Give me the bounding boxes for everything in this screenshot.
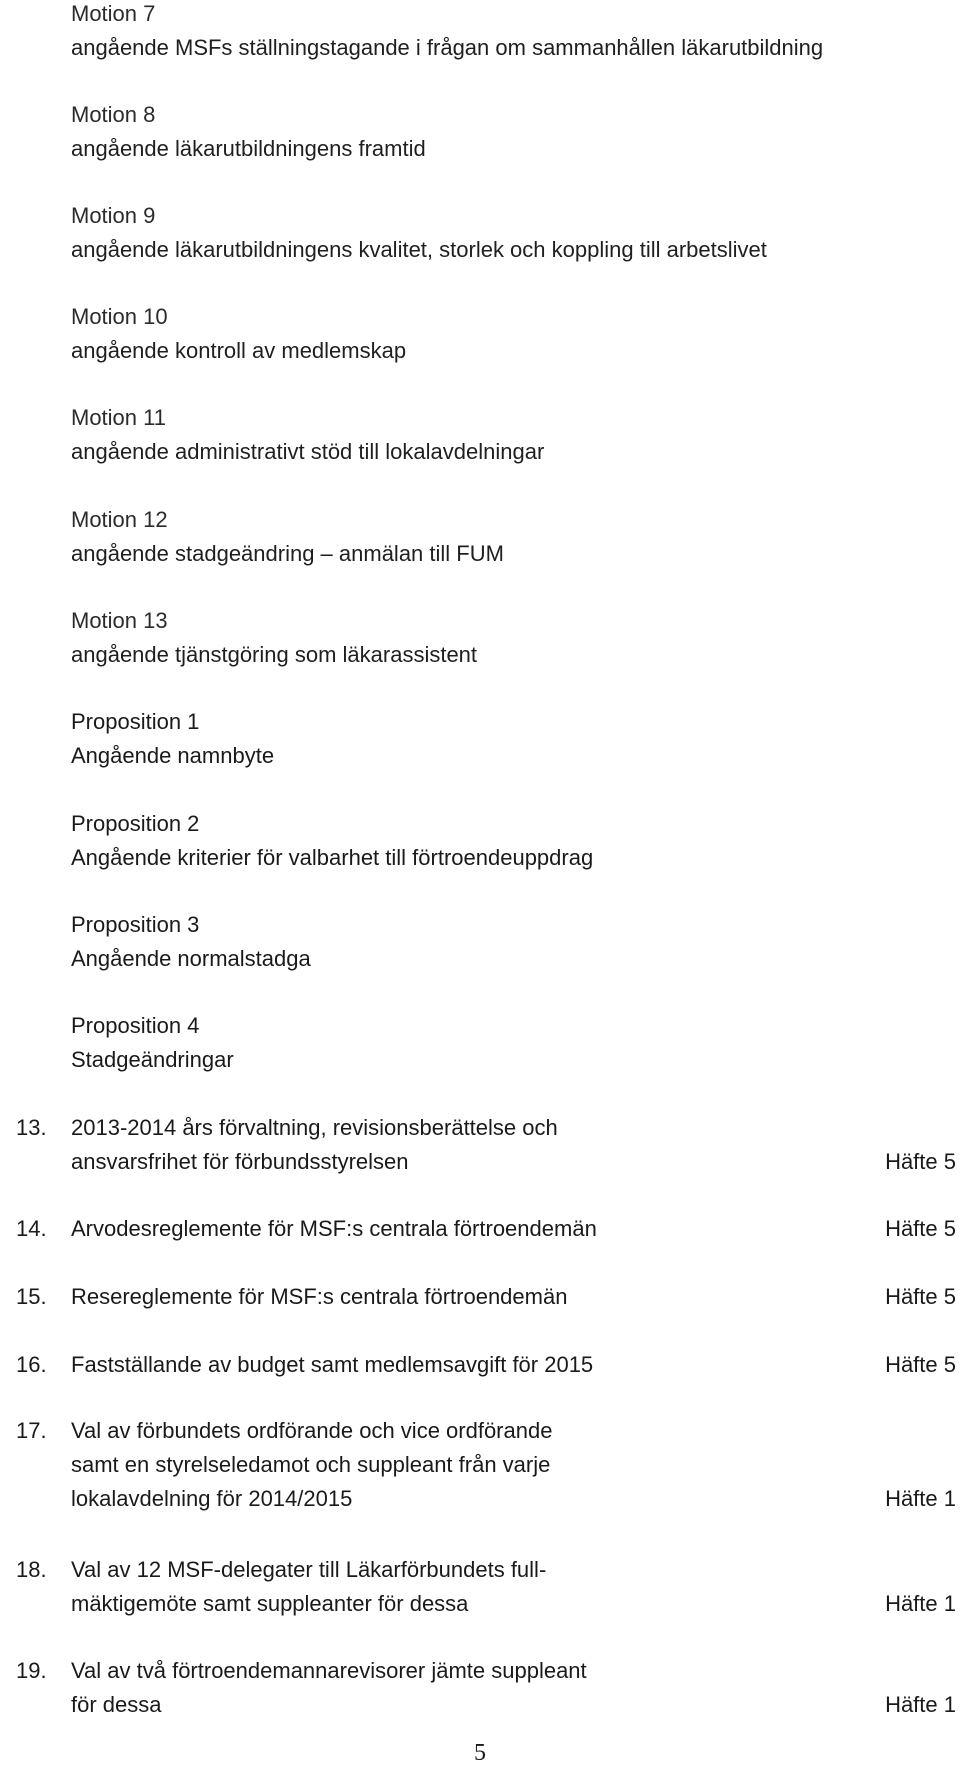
motion-title: Motion 9 [71, 203, 156, 228]
proposition-3: Proposition 3 Angående normalstadga [71, 908, 311, 976]
agenda-number: 19. [16, 1658, 47, 1683]
agenda-text-line: Arvodesreglemente för MSF:s centrala för… [71, 1216, 597, 1241]
agenda-number: 18. [16, 1557, 47, 1582]
proposition-4: Proposition 4 Stadgeändringar [71, 1009, 234, 1077]
agenda-reference: Häfte 1 [885, 1486, 956, 1511]
agenda-reference: Häfte 1 [885, 1591, 956, 1616]
agenda-reference: Häfte 1 [885, 1692, 956, 1717]
motion-10: Motion 10 angående kontroll av medlemska… [71, 300, 406, 368]
agenda-item-13: 13. 2013-2014 års förvaltning, revisions… [16, 1111, 956, 1179]
proposition-title: Proposition 4 [71, 1013, 200, 1038]
agenda-item-15: 15. Resereglemente för MSF:s centrala fö… [16, 1280, 956, 1314]
agenda-number: 14. [16, 1216, 47, 1241]
document-page: Motion 7 angående MSFs ställningstagande… [0, 0, 960, 1779]
agenda-number: 13. [16, 1115, 47, 1140]
agenda-text-line: för dessa [71, 1692, 162, 1717]
motion-title: Motion 10 [71, 304, 168, 329]
agenda-number: 17. [16, 1418, 47, 1443]
agenda-item-17: 17. Val av förbundets ordförande och vic… [16, 1414, 956, 1516]
agenda-reference: Häfte 5 [885, 1352, 956, 1377]
proposition-subject: Angående namnbyte [71, 743, 275, 768]
agenda-item-18: 18. Val av 12 MSF-delegater till Läkarfö… [16, 1553, 956, 1621]
motion-subject: angående MSFs ställningstagande i frågan… [71, 35, 824, 60]
motion-title: Motion 8 [71, 102, 156, 127]
motion-title: Motion 12 [71, 507, 168, 532]
motion-title: Motion 13 [71, 608, 168, 633]
agenda-text-line: Val av två förtroendemannarevisorer jämt… [71, 1658, 587, 1683]
motion-subject: angående läkarutbildningens kvalitet, st… [71, 237, 767, 262]
agenda-reference: Häfte 5 [885, 1216, 956, 1241]
agenda-text-line: lokalavdelning för 2014/2015 [71, 1486, 353, 1511]
proposition-title: Proposition 3 [71, 912, 200, 937]
motion-subject: angående kontroll av medlemskap [71, 338, 407, 363]
proposition-subject: Angående kriterier för valbarhet till fö… [71, 845, 594, 870]
agenda-item-14: 14. Arvodesreglemente för MSF:s centrala… [16, 1212, 956, 1246]
proposition-title: Proposition 1 [71, 709, 200, 734]
motion-title: Motion 11 [71, 405, 166, 430]
motion-subject: angående administrativt stöd till lokala… [71, 439, 545, 464]
motion-12: Motion 12 angående stadgeändring – anmäl… [71, 503, 504, 571]
agenda-item-19: 19. Val av två förtroendemannarevisorer … [16, 1654, 956, 1722]
agenda-text-line: 2013-2014 års förvaltning, revisionsberä… [71, 1115, 558, 1140]
agenda-text-line: Val av förbundets ordförande och vice or… [71, 1418, 553, 1443]
motion-subject: angående läkarutbildningens framtid [71, 136, 426, 161]
agenda-text-line: Resereglemente för MSF:s centrala förtro… [71, 1284, 568, 1309]
agenda-item-16: 16. Fastställande av budget samt medlems… [16, 1348, 956, 1382]
motion-9: Motion 9 angående läkarutbildningens kva… [71, 199, 767, 267]
proposition-subject: Stadgeändringar [71, 1047, 234, 1072]
agenda-reference: Häfte 5 [885, 1284, 956, 1309]
page-number: 5 [474, 1740, 486, 1766]
proposition-1: Proposition 1 Angående namnbyte [71, 705, 274, 773]
motion-7: Motion 7 angående MSFs ställningstagande… [71, 0, 823, 65]
proposition-2: Proposition 2 Angående kriterier för val… [71, 807, 593, 875]
motion-11: Motion 11 angående administrativt stöd t… [71, 401, 544, 469]
agenda-text-line: Val av 12 MSF-delegater till Läkarförbun… [71, 1557, 547, 1582]
motion-13: Motion 13 angående tjänstgöring som läka… [71, 604, 477, 672]
agenda-reference: Häfte 5 [885, 1149, 956, 1174]
agenda-number: 15. [16, 1284, 47, 1309]
agenda-text-line: mäktigemöte samt suppleanter för dessa [71, 1591, 469, 1616]
agenda-text-line: Fastställande av budget samt medlemsavgi… [71, 1352, 594, 1377]
agenda-text-line: samt en styrelseledamot och suppleant fr… [71, 1452, 551, 1477]
motion-subject: angående stadgeändring – anmälan till FU… [71, 541, 504, 566]
motion-8: Motion 8 angående läkarutbildningens fra… [71, 98, 426, 166]
proposition-subject: Angående normalstadga [71, 946, 311, 971]
proposition-title: Proposition 2 [71, 811, 200, 836]
agenda-text-line: ansvarsfrihet för förbundsstyrelsen [71, 1149, 409, 1174]
agenda-number: 16. [16, 1352, 47, 1377]
motion-title: Motion 7 [71, 1, 156, 26]
motion-subject: angående tjänstgöring som läkarassistent [71, 642, 478, 667]
